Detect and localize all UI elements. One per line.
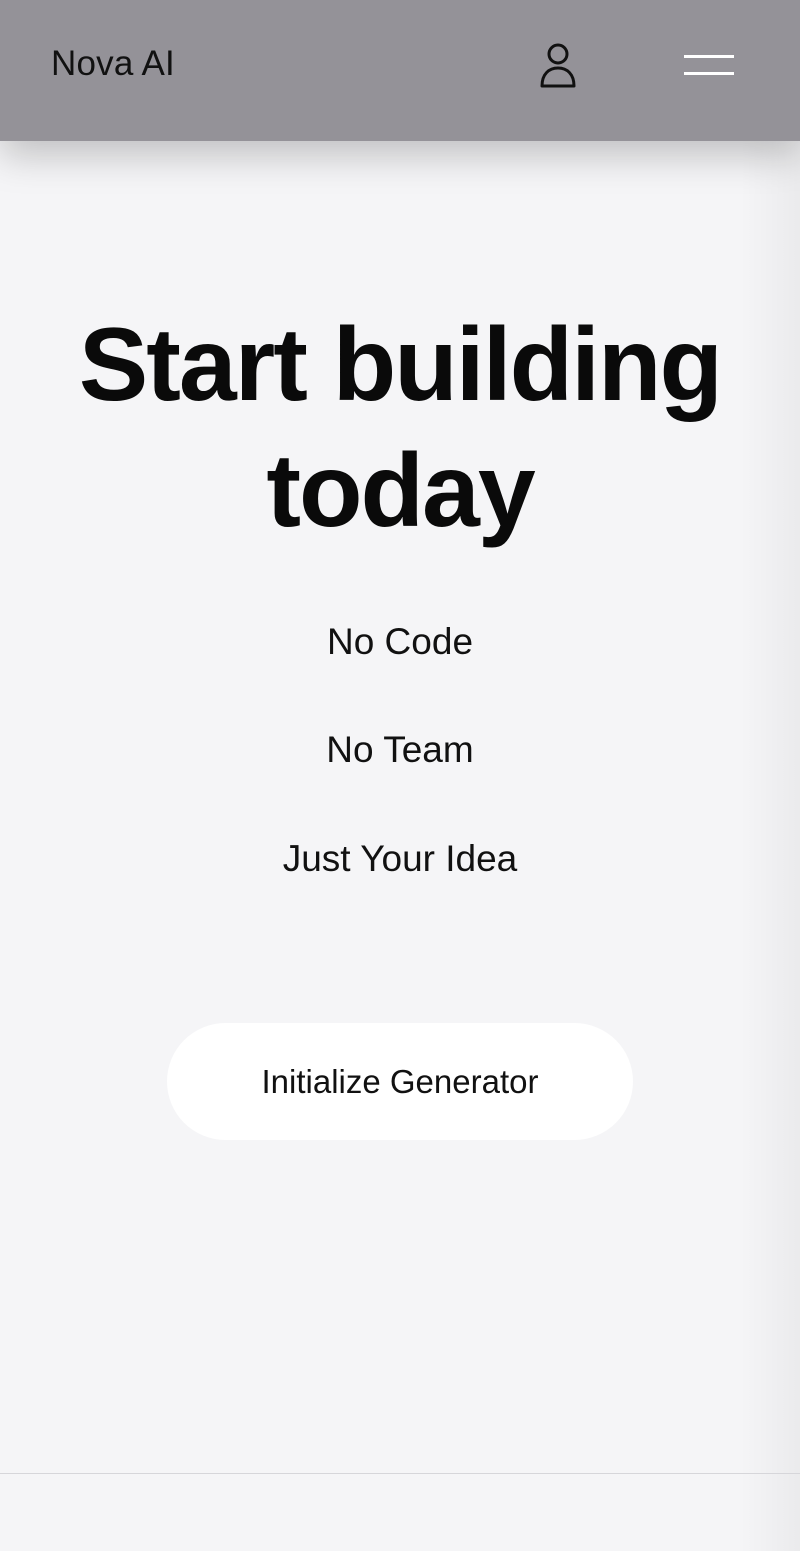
tagline-just-your-idea: Just Your Idea (282, 838, 518, 879)
top-nav-bar: Nova AI (0, 0, 800, 141)
hero-title-line-1: Start building (78, 307, 723, 423)
hero-title-line-2: today (266, 433, 535, 549)
hero-title: Start building today (0, 302, 800, 554)
tagline-no-code: No Code (326, 621, 474, 662)
user-icon (540, 43, 576, 88)
account-button[interactable] (536, 40, 580, 92)
menu-line (684, 72, 734, 75)
menu-line (684, 55, 734, 58)
brand-logo-text[interactable]: Nova AI (51, 44, 175, 84)
tagline-no-team: No Team (326, 729, 474, 770)
menu-button[interactable] (680, 48, 738, 82)
footer-divider (0, 1473, 800, 1474)
initialize-generator-button[interactable]: Initialize Generator (167, 1023, 633, 1140)
page-edge-shade (740, 0, 800, 1551)
